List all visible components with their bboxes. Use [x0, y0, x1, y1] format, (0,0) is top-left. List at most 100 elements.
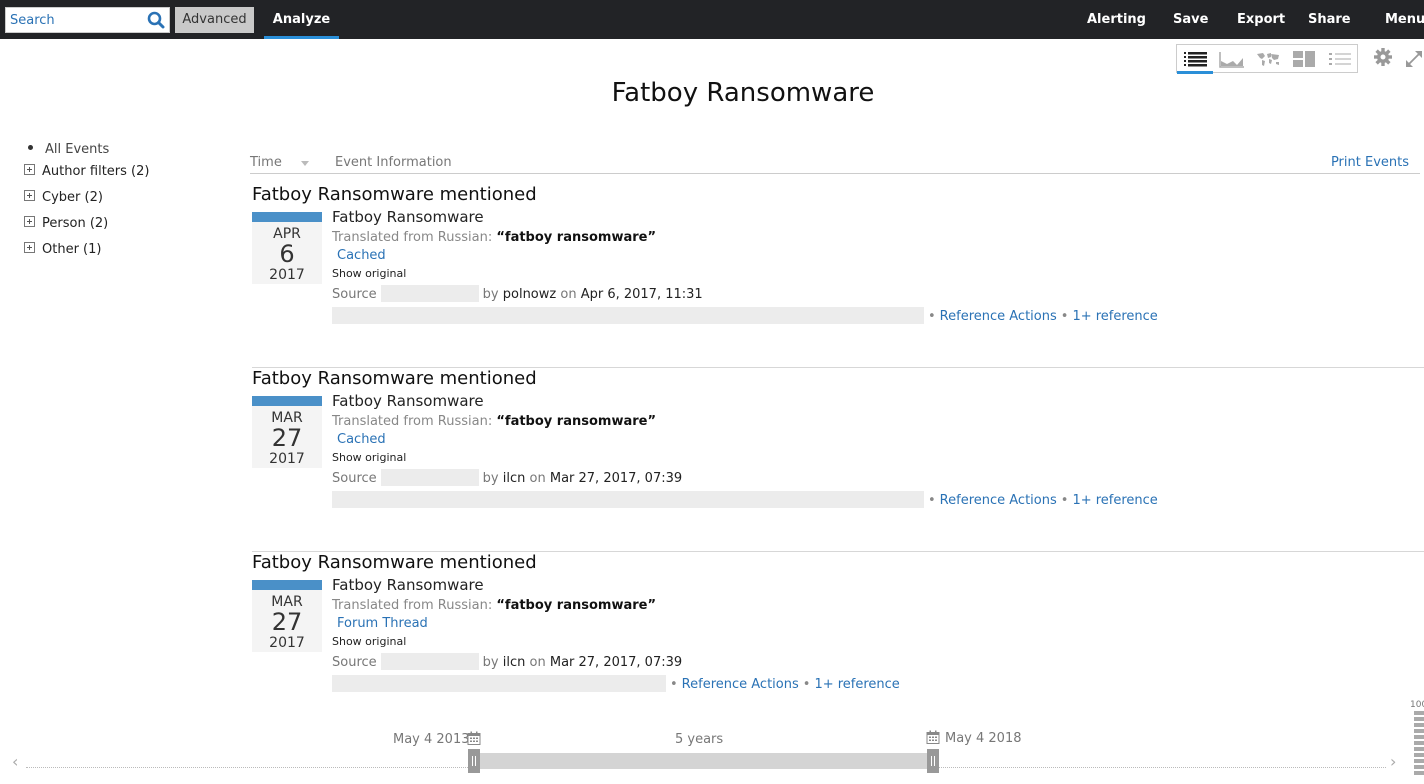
print-events-link[interactable]: Print Events [1331, 155, 1409, 170]
bullet-separator: • [928, 493, 936, 508]
expand-plus-icon[interactable] [24, 190, 35, 201]
facet-label: Other (1) [42, 242, 102, 257]
date-badge-bar [252, 580, 322, 590]
source-line: Source by ilcn on Mar 27, 2017, 07:39 [332, 469, 683, 487]
event-item: Fatboy Ransomware mentioned MAR 27 2017 … [252, 368, 1424, 552]
entity-link[interactable]: Fatboy Ransomware [332, 392, 484, 410]
table-view-icon[interactable] [1181, 49, 1211, 69]
advanced-search-button[interactable]: Advanced [175, 7, 254, 33]
event-title[interactable]: Fatboy Ransomware mentioned [252, 368, 537, 389]
bullet-separator: • [1060, 493, 1069, 508]
date-badge-bar [252, 212, 322, 222]
cached-link[interactable]: Cached [337, 432, 386, 447]
reference-line: • Reference Actions • 1+ reference [332, 491, 1158, 510]
on-label: on [560, 287, 577, 302]
translation-prefix: Translated from Russian: [332, 414, 497, 429]
date-day: 27 [271, 424, 303, 452]
nav-save[interactable]: Save [1173, 0, 1208, 39]
grid-view-icon[interactable] [1289, 49, 1319, 69]
show-original-link[interactable]: Show original [332, 267, 406, 280]
timeline-prev-chevron-icon[interactable]: ‹ [12, 752, 18, 771]
timeline-end-handle[interactable] [927, 749, 939, 773]
facet-cyber[interactable]: Cyber (2) [24, 190, 103, 205]
view-switcher [1176, 44, 1358, 73]
redacted-fragment [332, 675, 666, 692]
nav-share[interactable]: Share [1308, 0, 1351, 39]
reference-actions-link[interactable]: Reference Actions [940, 309, 1057, 324]
event-datetime: Mar 27, 2017, 07:39 [549, 655, 683, 670]
calendar-icon[interactable] [467, 731, 481, 745]
zoom-scale-slider[interactable] [1414, 711, 1424, 781]
show-original-link[interactable]: Show original [332, 451, 406, 464]
expand-icon[interactable] [1404, 49, 1424, 69]
nav-export[interactable]: Export [1237, 0, 1285, 39]
nav-menu[interactable]: Menu [1385, 0, 1424, 39]
timeline-start-handle[interactable] [468, 749, 480, 773]
by-label: by [482, 287, 499, 302]
author-name[interactable]: polnowz [503, 287, 556, 302]
calendar-icon[interactable] [926, 730, 940, 744]
by-label: by [482, 471, 499, 486]
column-header-time[interactable]: Time [250, 155, 282, 170]
top-bar: Advanced Analyze Alerting Save Export Sh… [0, 0, 1424, 39]
reference-count-link[interactable]: 1+ reference [1072, 309, 1157, 324]
source-label: Source [332, 287, 377, 302]
bullet-separator: • [802, 677, 811, 692]
reference-line: • Reference Actions • 1+ reference [332, 307, 1158, 326]
translation-text: Translated from Russian: “fatboy ransomw… [332, 414, 656, 429]
date-badge-bar [252, 396, 322, 406]
sidebar-item-all-events[interactable]: All Events [28, 142, 109, 157]
facet-author-filters[interactable]: Author filters (2) [24, 164, 149, 179]
event-title[interactable]: Fatboy Ransomware mentioned [252, 184, 537, 205]
map-view-icon[interactable] [1253, 49, 1283, 69]
column-header-event-information: Event Information [335, 155, 452, 170]
reference-count-link[interactable]: 1+ reference [814, 677, 899, 692]
list-view-icon[interactable] [1325, 49, 1355, 69]
translation-text: Translated from Russian: “fatboy ransomw… [332, 598, 656, 613]
show-original-link[interactable]: Show original [332, 635, 406, 648]
reference-actions-link[interactable]: Reference Actions [682, 677, 799, 692]
event-datetime: Apr 6, 2017, 11:31 [580, 287, 703, 302]
entity-link[interactable]: Fatboy Ransomware [332, 576, 484, 594]
author-name[interactable]: ilcn [503, 655, 526, 670]
expand-plus-icon[interactable] [24, 242, 35, 253]
translation-fragment: “fatboy ransomware” [496, 414, 657, 429]
entity-link[interactable]: Fatboy Ransomware [332, 208, 484, 226]
chart-view-icon[interactable] [1217, 49, 1247, 69]
sidebar-item-label: All Events [45, 142, 110, 157]
reference-count-link[interactable]: 1+ reference [1072, 493, 1157, 508]
facet-person[interactable]: Person (2) [24, 216, 108, 231]
timeline-next-chevron-icon[interactable]: › [1390, 752, 1396, 771]
author-name[interactable]: ilcn [503, 471, 526, 486]
event-item: Fatboy Ransomware mentioned MAR 27 2017 … [252, 552, 1424, 736]
event-list-header: Time Event Information Print Events [250, 155, 1420, 174]
search-icon[interactable] [147, 11, 165, 29]
redacted-fragment [332, 307, 924, 324]
forum-thread-link[interactable]: Forum Thread [337, 616, 428, 631]
translation-fragment: “fatboy ransomware” [496, 230, 657, 245]
date-day: 27 [271, 608, 303, 636]
event-datetime: Mar 27, 2017, 07:39 [549, 471, 683, 486]
timeline-start-date: May 4 2013 [393, 732, 470, 747]
expand-plus-icon[interactable] [24, 164, 35, 175]
on-label: on [529, 471, 546, 486]
active-view-indicator [1177, 71, 1213, 74]
facet-other[interactable]: Other (1) [24, 242, 101, 257]
search-input[interactable] [6, 8, 146, 32]
expand-plus-icon[interactable] [24, 216, 35, 227]
redacted-source [380, 469, 479, 486]
tab-analyze[interactable]: Analyze [264, 0, 339, 39]
facet-label: Author filters (2) [42, 164, 150, 179]
timeline-end-date: May 4 2018 [945, 731, 1022, 746]
event-title[interactable]: Fatboy Ransomware mentioned [252, 552, 537, 573]
date-day: 6 [279, 240, 295, 268]
nav-alerting[interactable]: Alerting [1087, 0, 1146, 39]
reference-actions-link[interactable]: Reference Actions [940, 493, 1057, 508]
gear-icon[interactable] [1373, 47, 1393, 67]
event-date-badge: MAR 27 2017 [252, 396, 322, 468]
event-item: Fatboy Ransomware mentioned APR 6 2017 F… [252, 184, 1424, 368]
translation-fragment: “fatboy ransomware” [496, 598, 657, 613]
timeline-selected-range[interactable] [475, 753, 933, 769]
cached-link[interactable]: Cached [337, 248, 386, 263]
sort-caret-icon[interactable] [301, 161, 309, 166]
